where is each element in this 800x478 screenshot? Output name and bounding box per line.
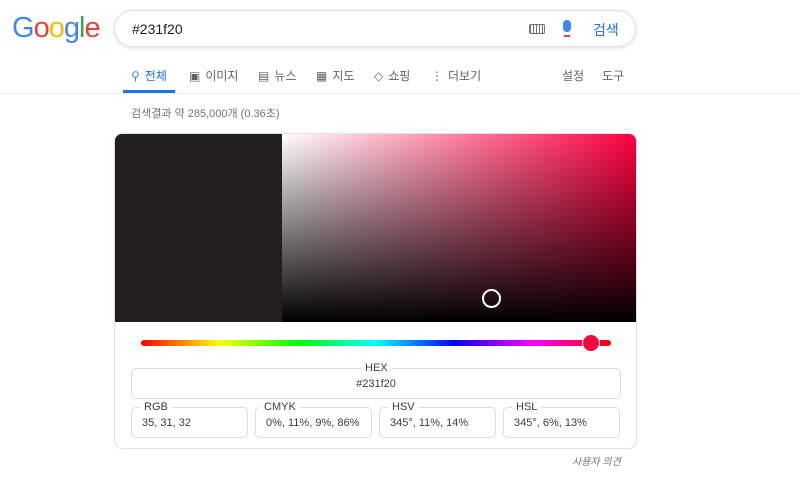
search-input[interactable]: #231f20 — [132, 21, 183, 37]
tab-more[interactable]: ⋮ 더보기 — [431, 67, 481, 84]
tab-shopping[interactable]: ◇ 쇼핑 — [374, 67, 410, 84]
cmyk-field[interactable]: CMYK 0%, 11%, 9%, 86% — [255, 401, 372, 438]
tab-images[interactable]: ▣ 이미지 — [189, 67, 238, 84]
tab-label: 더보기 — [448, 69, 482, 83]
hsl-field[interactable]: HSL 345°, 6%, 13% — [503, 401, 620, 438]
tools-link[interactable]: 도구 — [602, 67, 624, 84]
keyboard-icon[interactable] — [529, 24, 545, 34]
feedback-link[interactable]: 사용자 의견 — [572, 453, 621, 468]
tab-label: 쇼핑 — [388, 69, 411, 83]
hex-field[interactable]: HEX #231f20 — [131, 362, 621, 399]
rgb-field[interactable]: RGB 35, 31, 32 — [131, 401, 248, 438]
image-icon: ▣ — [189, 68, 201, 83]
saturation-handle[interactable] — [482, 289, 501, 308]
rgb-label: RGB — [140, 401, 172, 413]
more-vert-icon: ⋮ — [431, 68, 443, 83]
hsv-label: HSV — [388, 401, 419, 413]
map-icon: ▦ — [316, 68, 328, 83]
result-stats: 검색결과 약 285,000개 (0.36초) — [131, 108, 280, 120]
microphone-icon[interactable] — [563, 20, 571, 37]
tab-label: 뉴스 — [274, 69, 297, 83]
settings-link[interactable]: 설정 — [562, 67, 584, 84]
color-swatch — [115, 134, 282, 322]
tab-label: 이미지 — [205, 69, 239, 83]
hsl-label: HSL — [512, 401, 542, 413]
search-tabs: ⚲ 전체 ▣ 이미지 ▤ 뉴스 ▦ 지도 ◇ 쇼핑 ⋮ 더보기 설정 도구 — [0, 67, 800, 94]
hex-label: HEX — [361, 362, 392, 374]
hsv-value[interactable]: 345°, 11%, 14% — [390, 417, 468, 429]
hsl-value[interactable]: 345°, 6%, 13% — [514, 417, 587, 429]
tag-icon: ◇ — [374, 68, 384, 83]
google-logo[interactable]: Google — [12, 12, 101, 45]
hex-value[interactable]: #231f20 — [132, 378, 620, 390]
hue-slider[interactable] — [141, 340, 611, 346]
cmyk-value[interactable]: 0%, 11%, 9%, 86% — [266, 417, 359, 429]
rgb-value[interactable]: 35, 31, 32 — [142, 417, 191, 429]
tab-label: 전체 — [144, 69, 167, 83]
saturation-value-area[interactable] — [282, 134, 636, 322]
tab-all[interactable]: ⚲ 전체 — [123, 67, 175, 93]
hsv-field[interactable]: HSV 345°, 11%, 14% — [379, 401, 496, 438]
search-box[interactable]: #231f20 검색 — [114, 10, 636, 47]
search-icon: ⚲ — [131, 68, 140, 83]
news-icon: ▤ — [258, 68, 270, 83]
cmyk-label: CMYK — [260, 401, 300, 413]
tab-news[interactable]: ▤ 뉴스 — [258, 67, 296, 84]
tab-maps[interactable]: ▦ 지도 — [316, 67, 354, 84]
color-picker: HEX #231f20 RGB 35, 31, 32 CMYK 0%, 11%, 9%… — [114, 133, 637, 449]
tab-label: 지도 — [332, 69, 355, 83]
search-button[interactable]: 검색 — [593, 20, 619, 40]
hue-slider-handle[interactable] — [582, 334, 600, 352]
